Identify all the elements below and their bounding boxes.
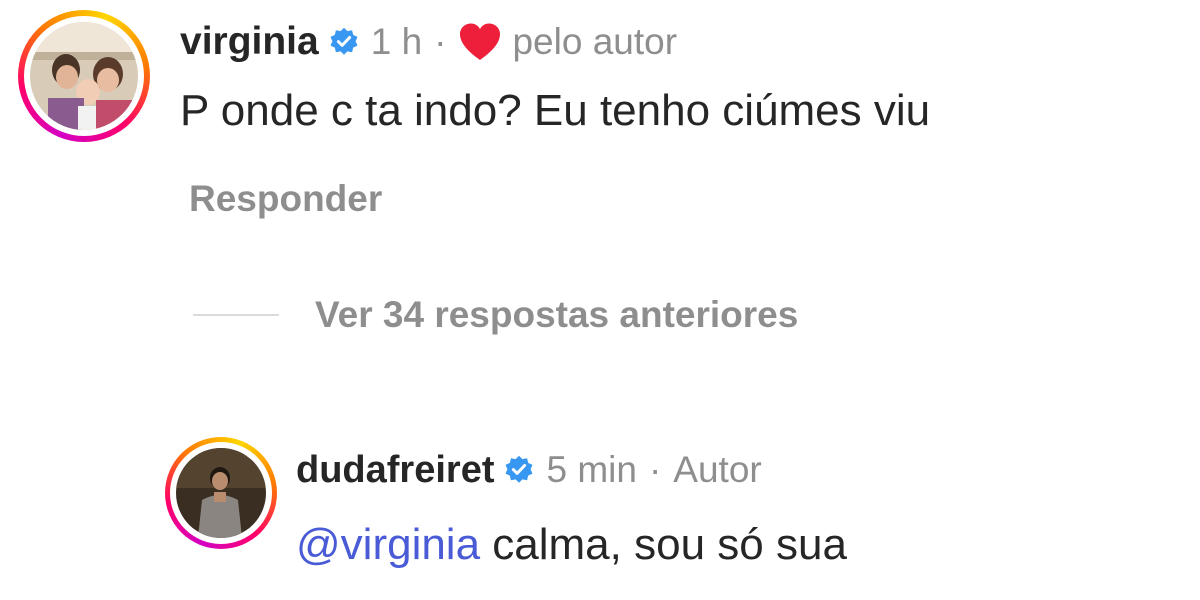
comments-thread: virginia 1 h · pelo autor P onde c ta in…	[0, 0, 1200, 600]
reply-button[interactable]: Responder	[189, 178, 382, 220]
view-previous-replies-button[interactable]: Ver 34 respostas anteriores	[193, 294, 798, 336]
comment-meta: virginia 1 h · pelo autor	[180, 16, 677, 68]
avatar[interactable]	[176, 448, 266, 538]
avatar-photo	[176, 448, 266, 538]
avatar-photo	[30, 22, 138, 130]
verified-badge-icon	[329, 27, 359, 57]
liked-by-author-label: pelo autor	[512, 21, 678, 62]
reply-text: @virginia calma, sou só sua	[296, 520, 847, 570]
reply-meta: dudafreiret 5 min · Autor	[296, 444, 762, 496]
verified-badge-icon	[504, 455, 534, 485]
reply-body: calma, sou só sua	[480, 520, 847, 569]
view-replies-label: Ver 34 respostas anteriores	[315, 294, 799, 335]
divider-line	[193, 314, 279, 316]
meta-separator: ·	[648, 449, 662, 490]
username[interactable]: dudafreiret	[296, 449, 494, 492]
meta-separator: ·	[434, 21, 447, 62]
timestamp: 1 h	[370, 21, 423, 62]
avatar[interactable]	[30, 22, 138, 130]
comment-text: P onde c ta indo? Eu tenho ciúmes viu	[180, 86, 931, 135]
timestamp: 5 min	[546, 449, 637, 490]
author-label: Autor	[673, 449, 762, 490]
mention-link[interactable]: @virginia	[296, 520, 480, 569]
username[interactable]: virginia	[180, 20, 319, 64]
heart-icon	[458, 22, 502, 62]
